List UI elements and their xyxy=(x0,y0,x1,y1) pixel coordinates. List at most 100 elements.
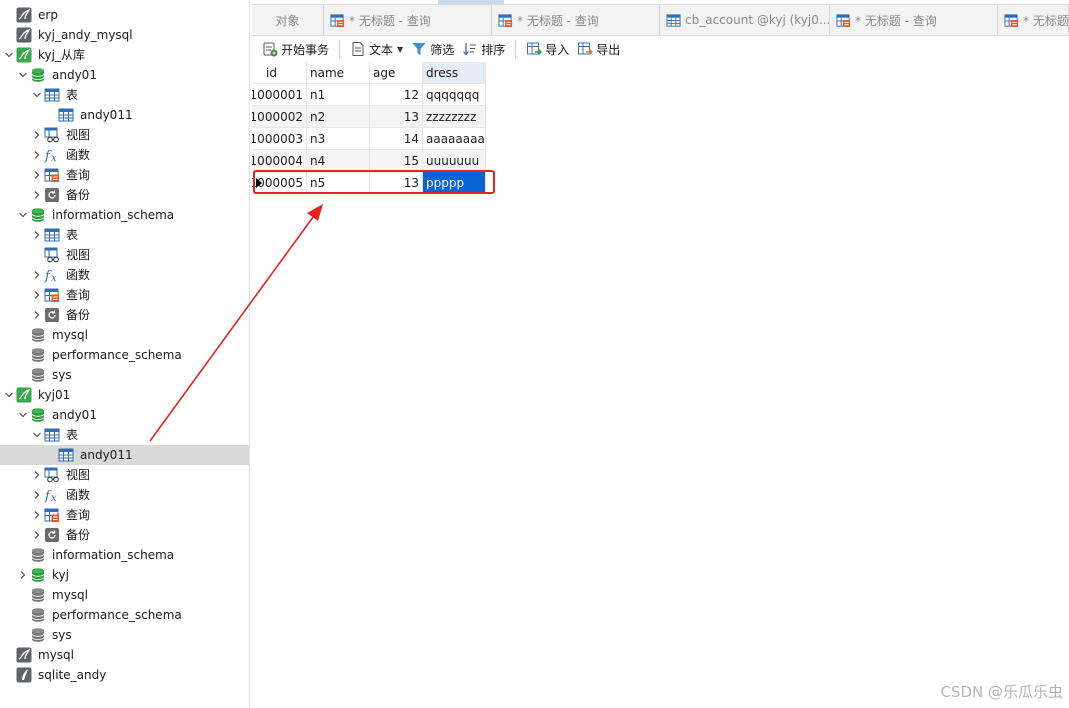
tree-node-performance_schema[interactable]: performance_schema xyxy=(0,345,249,365)
tree-node-andy01[interactable]: andy01 xyxy=(0,405,249,425)
cell-name[interactable]: n1 xyxy=(307,84,370,106)
tab-label: 对象 xyxy=(275,13,300,28)
tab-3[interactable]: * 无标题 - 查询 xyxy=(492,5,660,35)
cell-age[interactable]: 14 xyxy=(370,128,423,150)
tree-node-erp[interactable]: erp xyxy=(0,5,249,25)
cell-id[interactable]: 1000001 xyxy=(252,84,307,106)
export-button[interactable]: 导出 xyxy=(573,37,624,61)
text-view-button[interactable]: 文本 ▼ xyxy=(346,37,407,61)
chevron-right-icon[interactable] xyxy=(30,465,44,485)
tree-node-andy01[interactable]: andy01 xyxy=(0,65,249,85)
tree-node-andy011[interactable]: andy011 xyxy=(0,445,249,465)
column-header-dress[interactable]: dress xyxy=(423,62,486,84)
cell-id[interactable]: 1000003 xyxy=(252,128,307,150)
navigation-tree: erp kyj_andy_mysql kyj_从库 andy01 表 andy011 视图 f… xyxy=(0,0,250,708)
cell-name[interactable]: n4 xyxy=(307,150,370,172)
tab-5[interactable]: * 无标题 - 查询 xyxy=(830,5,998,35)
import-icon xyxy=(526,41,545,57)
chevron-right-icon[interactable] xyxy=(30,285,44,305)
chevron-down-icon[interactable] xyxy=(30,425,44,445)
tree-node-sys[interactable]: sys xyxy=(0,365,249,385)
tree-node-label: 视图 xyxy=(66,468,91,482)
tree-node-information_schema[interactable]: information_schema xyxy=(0,205,249,225)
cell-name[interactable]: n3 xyxy=(307,128,370,150)
tree-node-mysql[interactable]: mysql xyxy=(0,645,249,665)
tree-node-information_schema[interactable]: information_schema xyxy=(0,545,249,565)
tree-node-item[interactable]: f x 函数 xyxy=(0,265,249,285)
tree-node-item[interactable]: 视图 xyxy=(0,245,249,265)
chevron-down-icon[interactable] xyxy=(30,85,44,105)
chevron-down-icon[interactable] xyxy=(2,45,16,65)
tab-objects[interactable]: 对象 xyxy=(252,5,324,35)
begin-transaction-button[interactable]: 开始事务 xyxy=(258,37,333,61)
tree-node-item[interactable]: 查询 xyxy=(0,505,249,525)
mysql-connection-icon xyxy=(16,7,32,23)
tab-2[interactable]: * 无标题 - 查询 xyxy=(324,5,492,35)
tree-node-sys[interactable]: sys xyxy=(0,625,249,645)
tree-node-item[interactable]: 视图 xyxy=(0,125,249,145)
tree-node-kyj[interactable]: kyj xyxy=(0,565,249,585)
tree-node-performance_schema[interactable]: performance_schema xyxy=(0,605,249,625)
chevron-right-icon[interactable] xyxy=(30,305,44,325)
sort-button[interactable]: 排序 xyxy=(458,37,509,61)
tree-node-item[interactable]: 备份 xyxy=(0,185,249,205)
tree-node-item[interactable]: 查询 xyxy=(0,165,249,185)
import-button[interactable]: 导入 xyxy=(522,37,573,61)
chevron-right-icon[interactable] xyxy=(30,165,44,185)
tree-node-mysql[interactable]: mysql xyxy=(0,325,249,345)
tree-node-item[interactable]: 备份 xyxy=(0,525,249,545)
cell-id[interactable]: 1000004 xyxy=(252,150,307,172)
tree-node-item[interactable]: 视图 xyxy=(0,465,249,485)
tree-node-andy011[interactable]: andy011 xyxy=(0,105,249,125)
chevron-right-icon[interactable] xyxy=(30,145,44,165)
tree-node-item[interactable]: 表 xyxy=(0,225,249,245)
database-closed-icon xyxy=(30,607,46,623)
document-icon xyxy=(350,41,369,57)
cell-age[interactable]: 15 xyxy=(370,150,423,172)
chevron-down-icon[interactable] xyxy=(16,205,30,225)
tree-node-item[interactable]: 表 xyxy=(0,85,249,105)
chevron-down-icon[interactable] xyxy=(16,65,30,85)
chevron-down-icon[interactable] xyxy=(2,385,16,405)
column-header-id[interactable]: id xyxy=(252,62,307,84)
cell-age[interactable]: 12 xyxy=(370,84,423,106)
chevron-down-icon[interactable] xyxy=(16,405,30,425)
tree-node-kyj_andy_mysql[interactable]: kyj_andy_mysql xyxy=(0,25,249,45)
view-icon xyxy=(44,247,60,263)
column-header-age[interactable]: age xyxy=(370,62,423,84)
begin-transaction-icon xyxy=(262,41,281,57)
tree-node-mysql[interactable]: mysql xyxy=(0,585,249,605)
filter-button[interactable]: 筛选 xyxy=(407,37,458,61)
chevron-right-icon[interactable] xyxy=(30,485,44,505)
cell-id[interactable]: 1000002 xyxy=(252,106,307,128)
grid-toolbar: 开始事务 文本 ▼ 筛选 排序 导入 导出 xyxy=(252,36,1069,62)
tree-node-item[interactable]: f x 函数 xyxy=(0,145,249,165)
chevron-right-icon[interactable] xyxy=(30,265,44,285)
cell-dress[interactable]: uuuuuuu xyxy=(423,150,486,172)
tree-node-kyj01[interactable]: kyj01 xyxy=(0,385,249,405)
column-header-name[interactable]: name xyxy=(307,62,370,84)
tree-node-item[interactable]: 备份 xyxy=(0,305,249,325)
cell-dress[interactable]: qqqqqqq xyxy=(423,84,486,106)
tree-node-label: erp xyxy=(38,8,58,22)
tree-node-item[interactable]: 表 xyxy=(0,425,249,445)
tree-node-label: sys xyxy=(52,368,72,382)
cell-age[interactable]: 13 xyxy=(370,106,423,128)
chevron-right-icon[interactable] xyxy=(30,125,44,145)
cell-dress[interactable]: zzzzzzzz xyxy=(423,106,486,128)
chevron-right-icon[interactable] xyxy=(30,505,44,525)
tab-6[interactable]: * 无标题 xyxy=(998,5,1069,35)
tree-node-kyj_[interactable]: kyj_从库 xyxy=(0,45,249,65)
tree-node-item[interactable]: 查询 xyxy=(0,285,249,305)
chevron-right-icon[interactable] xyxy=(30,185,44,205)
chevron-right-icon[interactable] xyxy=(30,525,44,545)
chevron-right-icon[interactable] xyxy=(16,565,30,585)
chevron-right-icon[interactable] xyxy=(30,225,44,245)
tab-4[interactable]: cb_account @kyj (kyj0... xyxy=(660,5,830,35)
tree-node-sqlite_andy[interactable]: sqlite_andy xyxy=(0,665,249,685)
cell-dress[interactable]: aaaaaaaaa xyxy=(423,128,486,150)
tree-node-item[interactable]: f x 函数 xyxy=(0,485,249,505)
cell-name[interactable]: n2 xyxy=(307,106,370,128)
